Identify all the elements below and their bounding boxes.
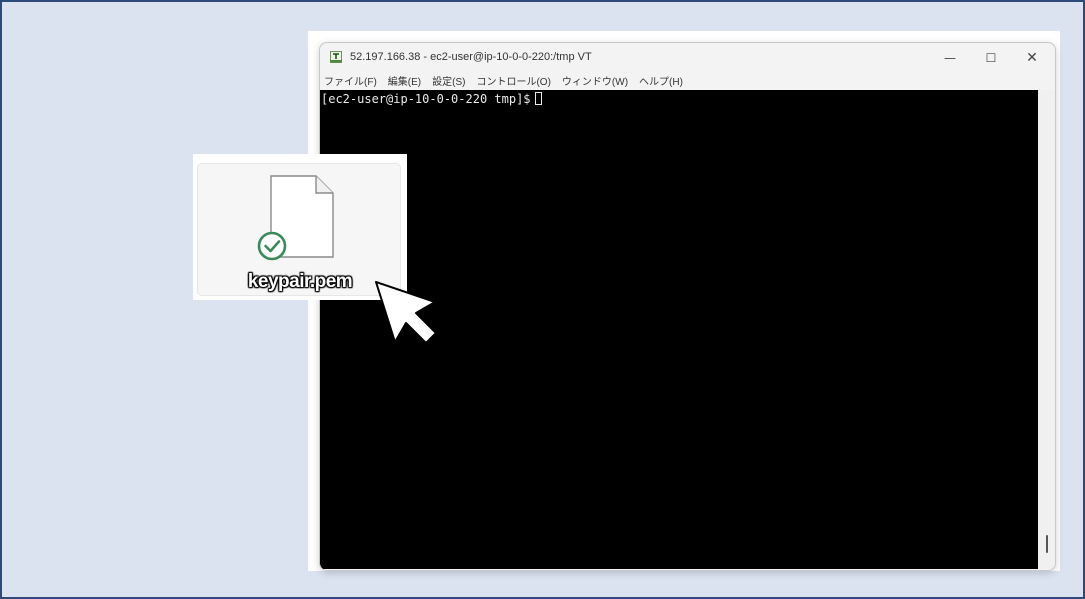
minimize-button[interactable]: — — [930, 46, 970, 70]
file-explorer-snippet: keypair.pem — [193, 154, 407, 300]
menu-edit[interactable]: 編集(E) — [388, 73, 421, 88]
menu-window[interactable]: ウィンドウ(W) — [562, 73, 628, 88]
vertical-scrollbar[interactable] — [1038, 90, 1055, 569]
file-name-label: keypair.pem — [247, 271, 353, 292]
menu-setup[interactable]: 設定(S) — [432, 73, 465, 88]
menu-file[interactable]: ファイル(F) — [324, 73, 377, 88]
shell-prompt: [ec2-user@ip-10-0-0-220 tmp]$ — [321, 92, 531, 106]
close-button[interactable]: ✕ — [1012, 46, 1052, 70]
teraterm-icon — [330, 51, 342, 63]
maximize-button[interactable]: ☐ — [971, 46, 1011, 70]
mouse-pointer-icon — [375, 281, 437, 344]
window-title: 52.197.166.38 - ec2-user@ip-10-0-0-220:/… — [350, 51, 592, 63]
sync-check-icon — [257, 231, 287, 261]
terminal-prompt-line: [ec2-user@ip-10-0-0-220 tmp]$ — [321, 92, 542, 106]
screenshot-frame: 52.197.166.38 - ec2-user@ip-10-0-0-220:/… — [0, 0, 1085, 599]
menu-help[interactable]: ヘルプ(H) — [639, 73, 683, 88]
title-bar[interactable]: 52.197.166.38 - ec2-user@ip-10-0-0-220:/… — [320, 43, 1055, 73]
document-icon — [257, 175, 334, 261]
text-cursor — [534, 92, 542, 105]
menu-control[interactable]: コントロール(O) — [476, 73, 550, 88]
scrollbar-thumb[interactable] — [1046, 535, 1048, 553]
menu-bar: ファイル(F) 編集(E) 設定(S) コントロール(O) ウィンドウ(W) ヘ… — [320, 71, 1055, 89]
file-item-keypair[interactable]: keypair.pem — [197, 163, 401, 296]
